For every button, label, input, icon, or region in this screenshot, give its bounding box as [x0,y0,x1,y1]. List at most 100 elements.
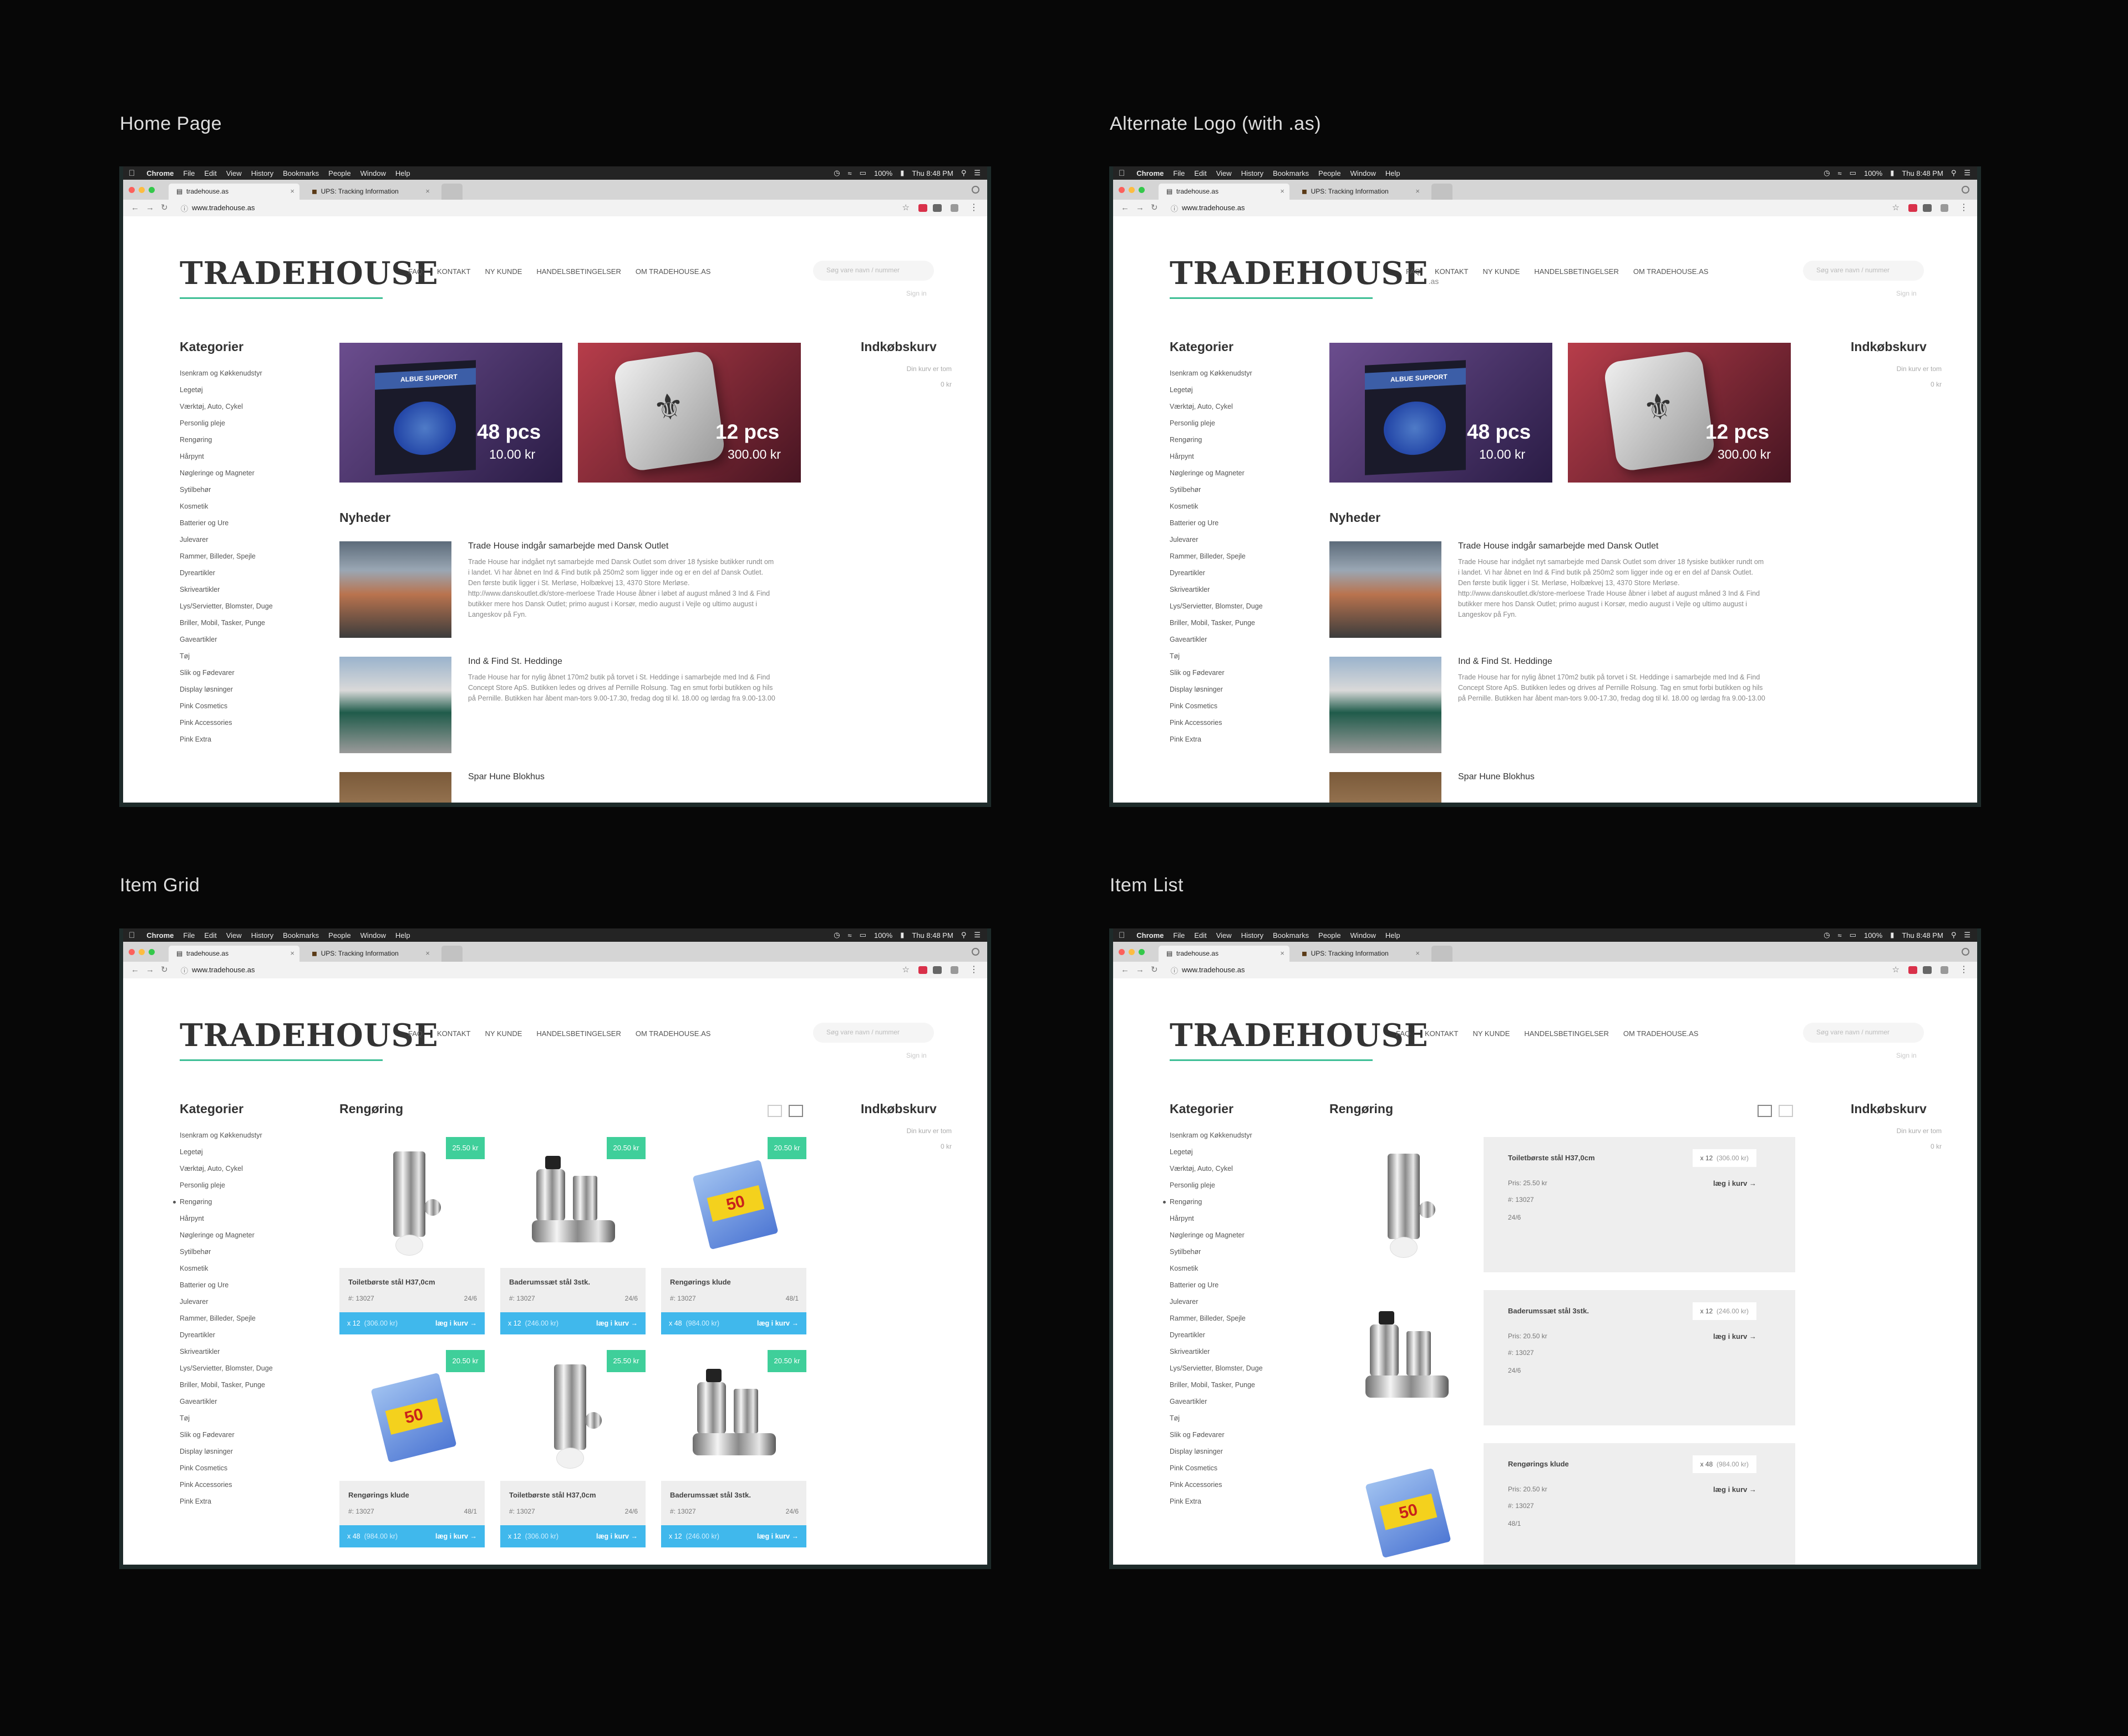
nav-ny-kunde[interactable]: NY KUNDE [485,267,522,276]
category-item[interactable]: Batterier og Ure [180,1277,273,1293]
category-item[interactable]: Personlig pleje [1170,415,1263,432]
profile-icon[interactable] [1962,186,1969,194]
menu-help[interactable]: Help [395,931,410,940]
menubar-clock[interactable]: Thu 8:48 PM [1902,931,1943,940]
window-close-button[interactable] [1119,949,1125,955]
news-title[interactable]: Trade House indgår samarbejde med Dansk … [1458,541,1658,551]
category-item[interactable]: Rammer, Billeder, Spejle [1170,1310,1263,1327]
category-item[interactable]: Slik og Fødevarer [180,664,273,681]
news-item[interactable]: Trade House indgår samarbejde med Dansk … [1329,541,1784,641]
menu-view[interactable]: View [1216,169,1232,177]
reload-icon[interactable]: ↻ [161,965,175,974]
close-tab-icon[interactable]: × [290,187,294,195]
menu-edit[interactable]: Edit [204,931,216,940]
address-bar[interactable]: www.tradehouse.as [192,966,255,974]
new-tab-button[interactable] [441,946,463,962]
battery-icon[interactable]: ▮ [1890,931,1894,940]
category-item[interactable]: Tøj [1170,648,1263,664]
extension-icon[interactable] [918,966,927,974]
news-item[interactable]: Spar Hune Blokhus [1329,772,1784,803]
add-to-cart-bar[interactable]: x 12 (306.00 kr) læg i kurv → [339,1312,485,1334]
battery-icon[interactable]: ▮ [900,931,904,940]
battery-icon[interactable]: ▮ [900,169,904,177]
category-item[interactable]: Skriveartikler [180,1343,273,1360]
product-name[interactable]: Baderumssæt stål 3stk. [509,1278,590,1286]
category-item[interactable]: Legetøj [1170,1144,1263,1160]
search-input[interactable]: Søg vare navn / nummer [813,261,934,281]
category-item[interactable]: Lys/Servietter, Blomster, Duge [1170,1360,1263,1377]
menubar-app-name[interactable]: Chrome [146,169,174,177]
news-thumbnail[interactable] [1329,772,1441,803]
menu-window[interactable]: Window [360,169,386,177]
category-item[interactable]: Værktøj, Auto, Cykel [180,398,273,415]
menu-bookmarks[interactable]: Bookmarks [283,169,319,177]
reload-icon[interactable]: ↻ [1151,965,1165,974]
menu-history[interactable]: History [251,169,273,177]
category-item[interactable]: Lys/Servietter, Blomster, Duge [180,1360,273,1377]
window-minimize-button[interactable] [1129,187,1135,193]
airplay-icon[interactable]: ▭ [860,169,866,177]
category-item[interactable]: Julevarer [1170,531,1263,548]
address-bar[interactable]: www.tradehouse.as [1182,966,1245,974]
category-item[interactable]: Rengøring [180,432,273,448]
nav-om-tradehouse[interactable]: OM TRADEHOUSE.AS [636,1029,711,1038]
extension-icon[interactable] [933,204,942,212]
close-tab-icon[interactable]: × [1280,949,1284,957]
category-item[interactable]: Pink Cosmetics [1170,1460,1263,1476]
translate-icon[interactable] [1941,204,1948,212]
category-item[interactable]: Isenkram og Køkkenudstyr [180,365,273,382]
category-item[interactable]: Batterier og Ure [1170,515,1263,531]
clock-icon[interactable]: ◷ [834,169,840,177]
category-item[interactable]: Lys/Servietter, Blomster, Duge [1170,598,1263,615]
browser-tab-tradehouse[interactable]: ▤ tradehouse.as × [169,184,299,200]
battery-percent[interactable]: 100% [1864,169,1882,177]
quantity-selector[interactable]: x 48 (984.00 kr) [1692,1455,1756,1473]
extension-icon[interactable] [918,204,927,212]
translate-icon[interactable] [1941,966,1948,974]
add-to-cart-bar[interactable]: x 48 (984.00 kr) læg i kurv → [339,1525,485,1547]
window-minimize-button[interactable] [1129,949,1135,955]
translate-icon[interactable] [951,966,958,974]
category-item[interactable]: Pink Accessories [1170,714,1263,731]
menu-bookmarks[interactable]: Bookmarks [283,931,319,940]
category-item[interactable]: Batterier og Ure [1170,1277,1263,1293]
category-item[interactable]: Skriveartikler [180,581,273,598]
close-tab-icon[interactable]: × [1280,187,1284,195]
forward-icon[interactable]: → [1136,965,1151,974]
menu-history[interactable]: History [251,931,273,940]
category-item[interactable]: Nøgleringe og Magneter [1170,1227,1263,1243]
nav-faq[interactable]: FAQ [408,267,423,276]
list-view-toggle[interactable] [768,1105,782,1117]
notification-center-icon[interactable]: ☰ [1964,931,1970,940]
nav-kontakt[interactable]: KONTAKT [437,1029,470,1038]
menu-view[interactable]: View [1216,931,1232,940]
product-image[interactable] [1329,1137,1484,1272]
info-icon[interactable]: ⓘ [1171,965,1178,976]
product-card[interactable]: 20.50 kr Baderumssæt stål 3stk. #: 13027 24… [661,1350,806,1551]
apple-icon[interactable]:  [129,931,135,940]
spotlight-search-icon[interactable]: ⚲ [961,931,967,940]
back-icon[interactable]: ← [1121,965,1136,974]
category-item[interactable]: Pink Cosmetics [180,1460,273,1476]
menu-help[interactable]: Help [395,169,410,177]
nav-kontakt[interactable]: KONTAKT [437,267,470,276]
info-icon[interactable]: ⓘ [181,965,188,976]
browser-tab-ups[interactable]: ◼ UPS: Tracking Information × [304,184,435,200]
menubar-app-name[interactable]: Chrome [1136,931,1164,940]
airplay-icon[interactable]: ▭ [1850,169,1856,177]
category-item[interactable]: Kosmetik [1170,498,1263,515]
add-to-cart-bar[interactable]: x 12 (246.00 kr) læg i kurv → [500,1312,646,1334]
category-item[interactable]: Pink Cosmetics [1170,698,1263,714]
category-item[interactable]: Briller, Mobil, Tasker, Punge [1170,1377,1263,1393]
category-item[interactable]: Isenkram og Køkkenudstyr [1170,1127,1263,1144]
product-name[interactable]: Rengørings klude [348,1491,409,1499]
wifi-icon[interactable]: ≈ [848,169,852,177]
news-title[interactable]: Ind & Find St. Heddinge [1458,657,1552,667]
product-name[interactable]: Baderumssæt stål 3stk. [670,1491,751,1499]
category-item[interactable]: Dyreartikler [180,565,273,581]
menu-bookmarks[interactable]: Bookmarks [1273,169,1309,177]
site-logo[interactable]: TRADEHOUSE [1170,1017,1429,1054]
product-row[interactable]: 50 Rengørings klude Pris: 20.50 kr #: 13027… [1329,1443,1795,1565]
product-card[interactable]: 25.50 kr Toiletbørste stål H37,0cm #: 1302… [500,1350,646,1551]
window-minimize-button[interactable] [139,949,145,955]
